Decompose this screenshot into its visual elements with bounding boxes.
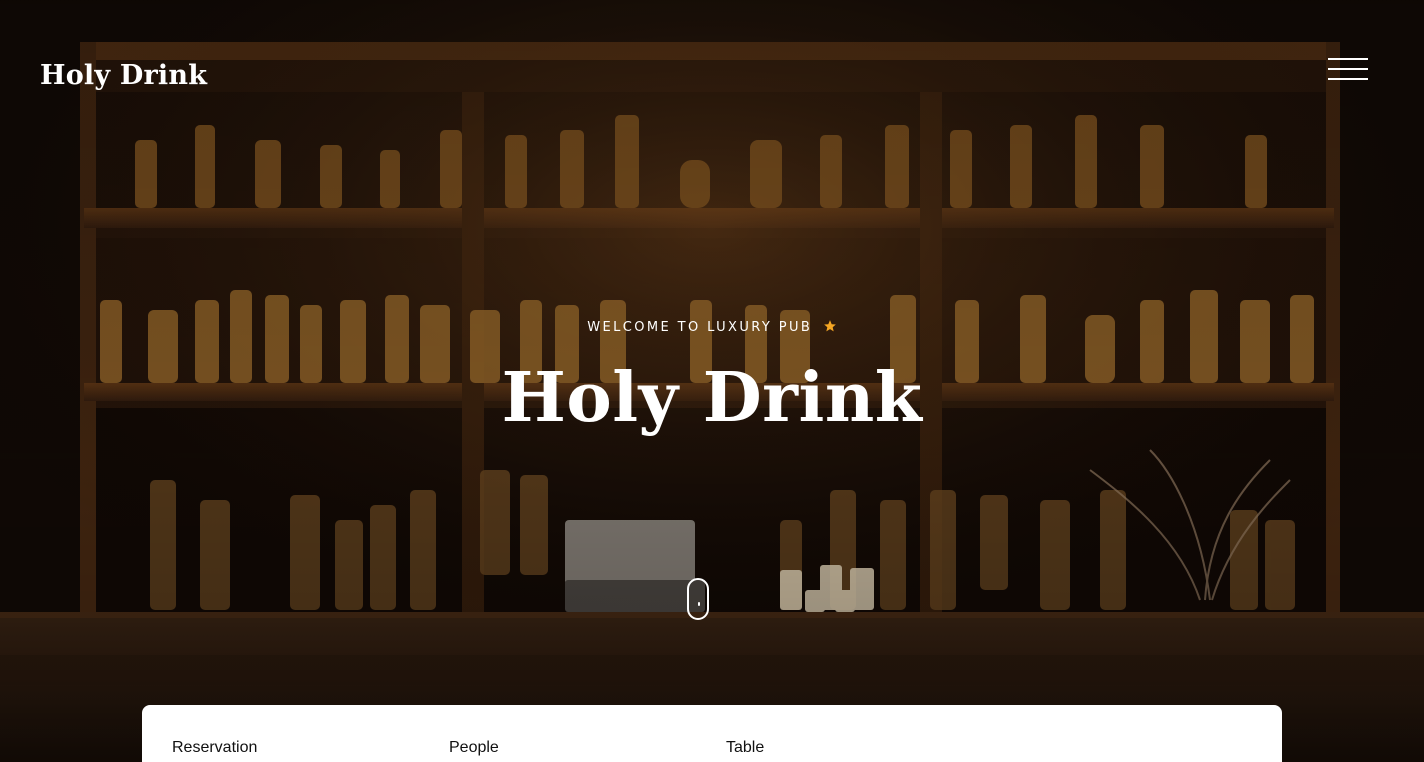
scroll-dot [698, 602, 700, 606]
reservation-field-label[interactable]: Reservation [172, 739, 257, 757]
star-icon [823, 320, 836, 332]
mouse-scroll-icon[interactable] [687, 578, 709, 620]
hero-section: Holy Drink WELCOME TO LUXURY PUB Holy Dr… [0, 0, 1424, 762]
people-field-label[interactable]: People [449, 739, 499, 757]
site-logo[interactable]: Holy Drink [40, 60, 207, 91]
hero-content: WELCOME TO LUXURY PUB Holy Drink [0, 318, 1424, 438]
hero-tagline: WELCOME TO LUXURY PUB [0, 318, 1424, 338]
hamburger-menu-icon[interactable] [1328, 58, 1368, 82]
reservation-bar: Reservation People Table [142, 705, 1282, 762]
table-field-label[interactable]: Table [726, 739, 764, 757]
hero-title: Holy Drink [501, 358, 923, 438]
hero-tagline-text: WELCOME TO LUXURY PUB [587, 320, 813, 335]
